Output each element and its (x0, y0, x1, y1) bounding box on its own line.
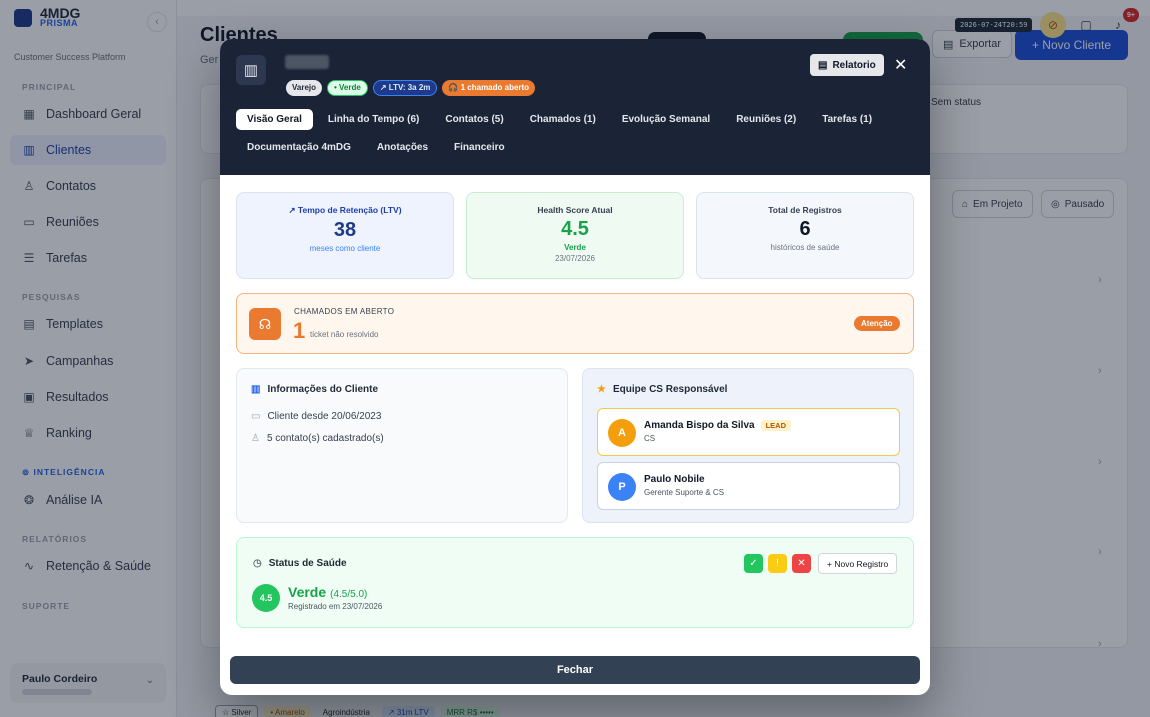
stat-ltv-label: ↗ Tempo de Retenção (LTV) (288, 205, 402, 215)
tab-financeiro[interactable]: Financeiro (443, 137, 516, 158)
users-icon: ♙ (251, 433, 260, 444)
avatar: P (608, 473, 636, 501)
tickets-badge: 🎧 1 chamado aberto (442, 80, 536, 96)
alert-title: CHAMADOS EM ABERTO (294, 307, 395, 316)
tab-documentacao[interactable]: Documentação 4mDG (236, 137, 362, 158)
file-icon: ▤ (818, 59, 828, 71)
lead-badge: LEAD (760, 420, 792, 431)
member-role: Gerente Suporte & CS (644, 488, 725, 497)
health-status-value: Verde (4.5/5.0) (288, 584, 368, 600)
stat-health-value: 4.5 (561, 218, 589, 240)
alert-sub: ticket não resolvido (310, 330, 379, 339)
team-member[interactable]: P Paulo Nobile Gerente Suporte & CS (597, 462, 900, 510)
client-name-redacted (285, 55, 329, 69)
stat-health: Health Score Atual 4.5 Verde 23/07/2026 (466, 192, 684, 279)
open-tickets-alert: ☊ CHAMADOS EM ABERTO 1 ticket não resolv… (236, 293, 914, 354)
star-icon: ★ (597, 384, 606, 395)
member-name: Amanda Bispo da Silva LEAD (644, 420, 792, 431)
tab-evolucao-semanal[interactable]: Evolução Semanal (611, 109, 721, 130)
stat-records-sub: históricos de saúde (770, 243, 840, 252)
client-badges: Varejo • Verde ↗ LTV: 3a 2m 🎧 1 chamado … (286, 80, 536, 96)
calendar-icon: ▭ (251, 411, 261, 422)
tab-contatos[interactable]: Contatos (5) (434, 109, 514, 130)
tab-linha-do-tempo[interactable]: Linha do Tempo (6) (317, 109, 430, 130)
stat-records: Total de Registros 6 históricos de saúde (696, 192, 914, 279)
client-info-card: ▥ Informações do Cliente ▭ Cliente desde 2… (236, 368, 568, 523)
client-detail-modal: ▥ Varejo • Verde ↗ LTV: 3a 2m 🎧 1 chamad… (220, 39, 930, 695)
modal-body: ↗ Tempo de Retenção (LTV) 38 meses como … (220, 175, 930, 695)
stat-records-value: 6 (799, 218, 811, 240)
tab-tarefas[interactable]: Tarefas (1) (811, 109, 883, 130)
building-icon: ▥ (236, 55, 266, 85)
health-actions: ✓ ! ✕ + Novo Registro (744, 553, 898, 574)
client-info-title: ▥ Informações do Cliente (251, 384, 379, 395)
tabs-row-2: Documentação 4mDG Anotações Financeiro (236, 137, 516, 158)
tabs-row-1: Visão Geral Linha do Tempo (6) Contatos … (236, 109, 883, 130)
close-icon[interactable]: ✕ (894, 55, 907, 75)
report-button[interactable]: ▤ Relatorio (810, 54, 884, 76)
health-record-date: Registrado em 23/07/2026 (288, 602, 383, 611)
client-contacts: ♙ 5 contato(s) cadastrado(s) (251, 433, 384, 444)
stat-ltv-value: 38 (333, 219, 357, 241)
tab-reunioes[interactable]: Reuniões (2) (725, 109, 807, 130)
stat-ltv-sub: meses como cliente (309, 244, 381, 253)
close-button[interactable]: Fechar (230, 656, 920, 684)
tab-anotacoes[interactable]: Anotações (366, 137, 439, 158)
stat-health-date: 23/07/2026 (554, 254, 596, 263)
tab-chamados[interactable]: Chamados (1) (519, 109, 607, 130)
client-since: ▭ Cliente desde 20/06/2023 (251, 411, 382, 422)
modal-header: ▥ Varejo • Verde ↗ LTV: 3a 2m 🎧 1 chamad… (220, 39, 930, 175)
cs-team-title: ★ Equipe CS Responsável (597, 384, 728, 395)
member-role: CS (644, 434, 656, 443)
check-circle-icon[interactable]: ✓ (744, 554, 763, 573)
stat-health-status: Verde (564, 243, 586, 252)
segment-badge: Varejo (286, 80, 323, 96)
tab-visao-geral[interactable]: Visão Geral (236, 109, 313, 130)
new-record-button[interactable]: + Novo Registro (818, 553, 898, 574)
health-status-title: ◷ Status de Saúde (253, 558, 347, 569)
x-circle-icon[interactable]: ✕ (792, 554, 811, 573)
alert-circle-icon[interactable]: ! (768, 554, 787, 573)
stat-records-label: Total de Registros (768, 205, 842, 215)
health-status-card: ◷ Status de Saúde ✓ ! ✕ + Novo Registro 4… (236, 537, 914, 628)
attention-badge: Atenção (854, 316, 900, 331)
headset-icon: ☊ (249, 308, 281, 340)
stat-health-label: Health Score Atual (537, 205, 613, 215)
cs-team-card: ★ Equipe CS Responsável A Amanda Bispo da… (582, 368, 914, 523)
stat-ltv: ↗ Tempo de Retenção (LTV) 38 meses como … (236, 192, 454, 279)
alert-count: 1 (293, 318, 306, 343)
avatar: A (608, 419, 636, 447)
health-score-circle: 4.5 (252, 584, 280, 612)
ltv-badge: ↗ LTV: 3a 2m (372, 80, 438, 96)
health-badge: • Verde (327, 80, 368, 96)
building-icon: ▥ (251, 384, 261, 395)
clock-icon: ◷ (253, 558, 262, 569)
team-member[interactable]: A Amanda Bispo da Silva LEAD CS (597, 408, 900, 456)
member-name: Paulo Nobile (644, 474, 705, 485)
